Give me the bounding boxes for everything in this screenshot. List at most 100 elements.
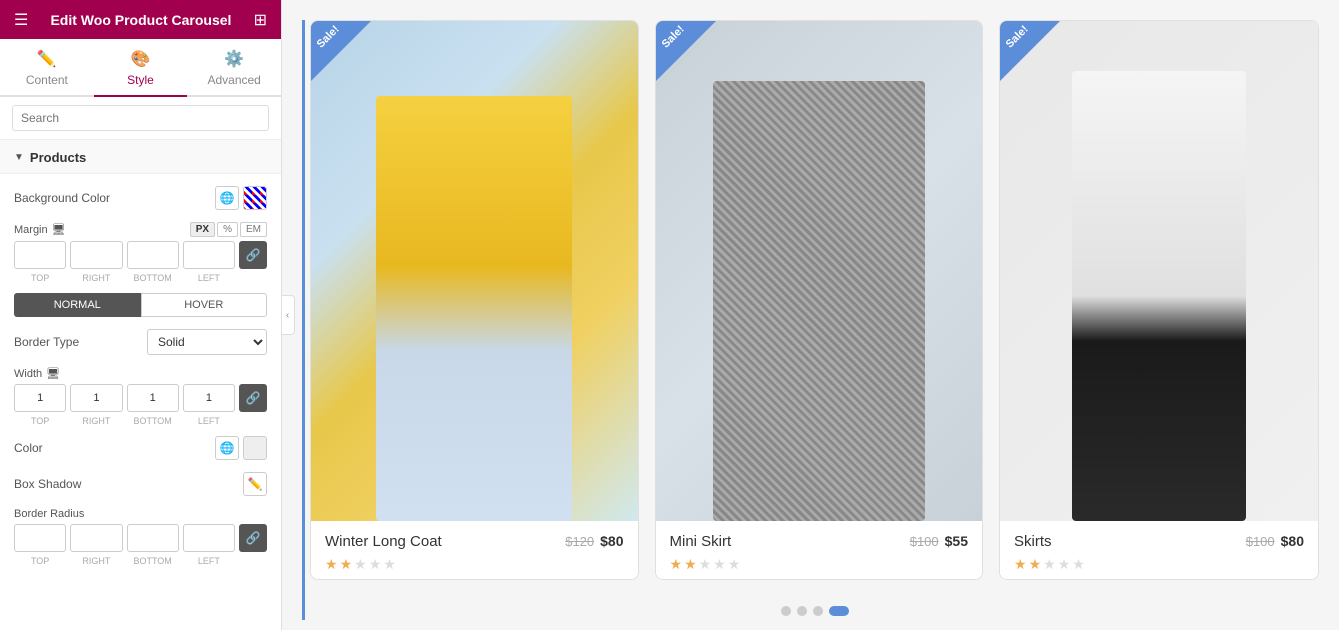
panel-tabs: ✏️ Content 🎨 Style ⚙️ Advanced — [0, 39, 281, 97]
dot-1[interactable] — [781, 606, 791, 616]
width-right-input[interactable] — [70, 384, 122, 412]
product-name-1: Winter Long Coat — [325, 533, 442, 550]
carousel-area: Sale! Winter Long Coat ★ ★ ★ ★ — [282, 0, 1339, 630]
margin-bottom-input[interactable] — [127, 241, 179, 269]
width-left-input[interactable] — [183, 384, 235, 412]
percent-unit-btn[interactable]: % — [217, 222, 238, 237]
margin-inputs: 🔗 — [14, 241, 267, 269]
margin-sub-labels: TOP RIGHT BOTTOM LEFT — [14, 273, 267, 283]
border-type-row: Border Type None Solid Double Dotted Das… — [14, 329, 267, 355]
tab-content-label: Content — [26, 73, 68, 87]
product-image-wrap-1: Sale! — [311, 21, 638, 521]
price-old-1: $120 — [565, 534, 594, 549]
edit-icon-shadow[interactable]: ✏️ — [243, 472, 267, 496]
globe-icon-color[interactable]: 🌐 — [215, 436, 239, 460]
search-area — [0, 97, 281, 140]
right-label: RIGHT — [70, 273, 122, 283]
hamburger-icon[interactable]: ☰ — [14, 10, 28, 30]
px-unit-btn[interactable]: PX — [190, 222, 215, 237]
width-bottom-input[interactable] — [127, 384, 179, 412]
product-price-2: $100 $55 — [910, 533, 968, 549]
sale-badge-3: Sale! — [1000, 21, 1060, 81]
product-image-wrap-2: Sale! — [656, 21, 983, 521]
border-radius-unit-row: Border Radius — [14, 508, 267, 520]
panel-title: Edit Woo Product Carousel — [50, 12, 231, 28]
search-input[interactable] — [12, 105, 269, 131]
product-card-2: Sale! Mini Skirt ★ ★ ★ ★ — [655, 20, 984, 580]
border-radius-right-input[interactable] — [70, 524, 122, 552]
hover-state-tab[interactable]: HOVER — [141, 293, 268, 317]
content-tab-icon: ✏️ — [37, 49, 57, 69]
product-figure-1 — [376, 96, 572, 521]
box-shadow-controls: ✏️ — [243, 472, 267, 496]
background-color-label: Background Color — [14, 191, 215, 205]
products-grid: Sale! Winter Long Coat ★ ★ ★ ★ — [310, 20, 1319, 598]
left-label: LEFT — [183, 273, 235, 283]
border-type-label: Border Type — [14, 335, 147, 349]
top-label: TOP — [14, 273, 66, 283]
width-label: Width 🖥 — [14, 367, 60, 380]
width-link-btn[interactable]: 🔗 — [239, 384, 267, 412]
width-inputs: 🔗 — [14, 384, 267, 412]
right-panel: ‹ Sale! — [282, 0, 1339, 630]
border-radius-label: Border Radius — [14, 508, 84, 520]
color-row: Color 🌐 — [14, 436, 267, 460]
normal-state-tab[interactable]: NORMAL — [14, 293, 141, 317]
border-radius-sub-labels: TOP RIGHT BOTTOM LEFT — [14, 556, 267, 566]
chevron-icon: ▼ — [14, 152, 24, 163]
grid-icon[interactable]: ⊞ — [254, 10, 267, 30]
section-header[interactable]: ▼ Products — [0, 140, 281, 174]
product-img-3 — [1000, 21, 1318, 521]
dot-4[interactable] — [829, 606, 849, 616]
state-tabs: NORMAL HOVER — [14, 293, 267, 317]
border-radius-link-btn[interactable]: 🔗 — [239, 524, 267, 552]
border-radius-top-input[interactable] — [14, 524, 66, 552]
sale-badge-2: Sale! — [656, 21, 716, 81]
product-name-2: Mini Skirt — [670, 533, 741, 550]
price-old-2: $100 — [910, 534, 939, 549]
tab-advanced[interactable]: ⚙️ Advanced — [187, 39, 281, 97]
border-type-select[interactable]: None Solid Double Dotted Dashed Groove — [147, 329, 267, 355]
tab-content[interactable]: ✏️ Content — [0, 39, 94, 97]
panel-content: Background Color 🌐 Margin 🖥 PX % EM 🔗 — [0, 174, 281, 630]
margin-right-input[interactable] — [70, 241, 122, 269]
dot-3[interactable] — [813, 606, 823, 616]
unit-buttons: PX % EM — [190, 222, 267, 237]
dot-2[interactable] — [797, 606, 807, 616]
collapse-handle[interactable]: ‹ — [282, 295, 295, 335]
sale-text-1: Sale! — [315, 23, 342, 50]
product-img-2 — [656, 21, 983, 521]
product-card-3: Sale! Skirts ★ ★ ★ ★ — [999, 20, 1319, 580]
tab-style[interactable]: 🎨 Style — [94, 39, 188, 97]
sale-badge-1: Sale! — [311, 21, 371, 81]
background-color-row: Background Color 🌐 — [14, 186, 267, 210]
product-image-wrap-3: Sale! — [1000, 21, 1318, 521]
width-top-input[interactable] — [14, 384, 66, 412]
monitor-icon: 🖥 — [52, 223, 66, 236]
price-new-2: $55 — [945, 533, 968, 549]
product-img-1 — [311, 21, 638, 521]
margin-left-input[interactable] — [183, 241, 235, 269]
price-old-3: $100 — [1246, 534, 1275, 549]
border-radius-bottom-input[interactable] — [127, 524, 179, 552]
globe-icon-bg[interactable]: 🌐 — [215, 186, 239, 210]
tab-advanced-label: Advanced — [207, 73, 260, 87]
color-swatch-bg[interactable] — [243, 186, 267, 210]
advanced-tab-icon: ⚙️ — [224, 49, 244, 69]
product-info-2: Mini Skirt ★ ★ ★ ★ ★ $100 — [656, 521, 983, 579]
width-sub-labels: TOP RIGHT BOTTOM LEFT — [14, 416, 267, 426]
border-radius-inputs: 🔗 — [14, 524, 267, 552]
border-radius-left-input[interactable] — [183, 524, 235, 552]
product-price-3: $100 $80 — [1246, 533, 1304, 549]
product-card-1: Sale! Winter Long Coat ★ ★ ★ ★ — [310, 20, 639, 580]
em-unit-btn[interactable]: EM — [240, 222, 267, 237]
margin-link-btn[interactable]: 🔗 — [239, 241, 267, 269]
product-name-3: Skirts — [1014, 533, 1085, 550]
left-panel: ☰ Edit Woo Product Carousel ⊞ ✏️ Content… — [0, 0, 282, 630]
margin-top-input[interactable] — [14, 241, 66, 269]
width-unit-row: Width 🖥 — [14, 367, 267, 380]
color-swatch-color[interactable] — [243, 436, 267, 460]
tab-style-label: Style — [127, 73, 154, 87]
box-shadow-label: Box Shadow — [14, 477, 243, 491]
sale-text-2: Sale! — [659, 23, 686, 50]
